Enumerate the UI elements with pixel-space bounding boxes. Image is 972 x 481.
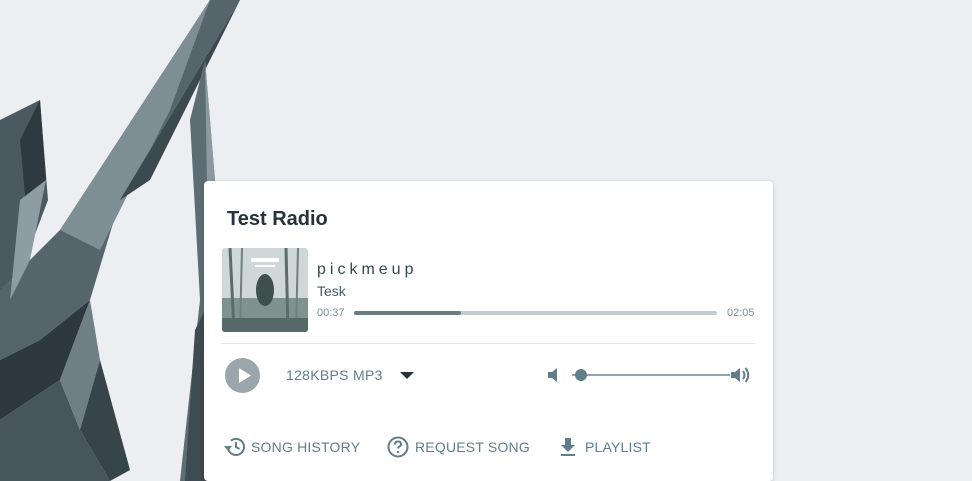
album-art xyxy=(222,248,308,332)
play-icon xyxy=(239,368,251,383)
play-button[interactable] xyxy=(225,358,260,393)
volume-thumb[interactable] xyxy=(575,369,588,381)
progress-bar[interactable] xyxy=(354,311,717,315)
elapsed-time: 00:37 xyxy=(317,307,345,319)
stream-quality-select[interactable]: 128KBPS MP3 xyxy=(286,367,414,383)
radio-player-card: Test Radio pickmeup Tesk 00:37 02:05 128… xyxy=(204,181,773,481)
volume-high-icon[interactable] xyxy=(730,365,752,385)
playlist-button[interactable]: PLAYLIST xyxy=(557,436,651,458)
caret-down-icon xyxy=(399,371,414,379)
download-icon xyxy=(561,438,575,456)
request-song-label: REQUEST SONG xyxy=(415,439,530,455)
volume-track xyxy=(572,374,730,376)
help-circle-icon xyxy=(387,436,409,458)
volume-slider[interactable] xyxy=(572,366,730,384)
artist-name: Tesk xyxy=(317,283,346,299)
song-title: pickmeup xyxy=(317,261,418,278)
volume-low-icon[interactable] xyxy=(547,366,561,384)
history-icon xyxy=(224,437,245,456)
total-time: 02:05 xyxy=(727,307,755,319)
song-history-label: SONG HISTORY xyxy=(251,439,361,455)
song-history-button[interactable]: SONG HISTORY xyxy=(223,436,360,458)
progress-fill xyxy=(354,311,462,315)
playlist-label: PLAYLIST xyxy=(585,439,651,455)
stream-quality-label: 128KBPS MP3 xyxy=(286,367,383,383)
station-name: Test Radio xyxy=(227,208,328,230)
divider xyxy=(222,343,755,344)
request-song-button[interactable]: REQUEST SONG xyxy=(387,436,530,458)
